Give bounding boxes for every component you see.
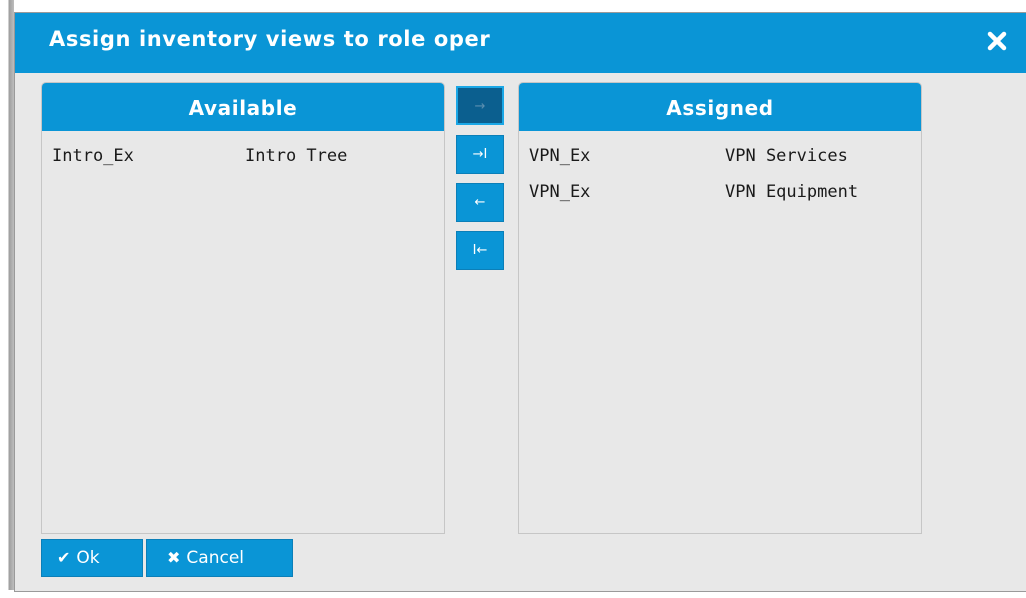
close-icon[interactable] xyxy=(985,29,1009,53)
cancel-label: Cancel xyxy=(186,548,244,568)
assign-all-button[interactable]: →I xyxy=(456,135,504,174)
view-id: VPN_Ex xyxy=(529,146,591,166)
assign-selected-button[interactable]: → xyxy=(456,86,504,125)
ok-button[interactable]: ✔ Ok xyxy=(41,539,143,577)
list-item[interactable]: Intro_Ex Intro Tree xyxy=(42,131,444,167)
cancel-button[interactable]: ✖ Cancel xyxy=(146,539,293,577)
unassign-all-button[interactable]: I← xyxy=(456,231,504,270)
checkmark-icon: ✔ xyxy=(57,548,71,567)
available-list[interactable]: Available Intro_Ex Intro Tree xyxy=(41,82,445,534)
background-window-edge xyxy=(0,0,14,590)
view-name: Intro Tree xyxy=(245,146,348,166)
unassign-selected-button[interactable]: ← xyxy=(456,183,504,222)
ok-label: Ok xyxy=(76,548,100,568)
assigned-header: Assigned xyxy=(519,83,921,131)
view-name: VPN Equipment xyxy=(725,182,859,202)
available-header: Available xyxy=(42,83,444,131)
dialog-titlebar: Assign inventory views to role oper xyxy=(15,13,1026,73)
list-item[interactable]: VPN_Ex VPN Services xyxy=(519,131,921,167)
cross-icon: ✖ xyxy=(167,548,181,567)
dialog-title: Assign inventory views to role oper xyxy=(49,27,491,51)
view-name: VPN Services xyxy=(725,146,848,166)
assigned-list[interactable]: Assigned VPN_Ex VPN Services VPN_Ex VPN … xyxy=(518,82,922,534)
view-id: Intro_Ex xyxy=(52,146,134,166)
assign-views-dialog: Assign inventory views to role oper Avai… xyxy=(14,12,1026,592)
list-item[interactable]: VPN_Ex VPN Equipment xyxy=(519,167,921,203)
view-id: VPN_Ex xyxy=(529,182,591,202)
